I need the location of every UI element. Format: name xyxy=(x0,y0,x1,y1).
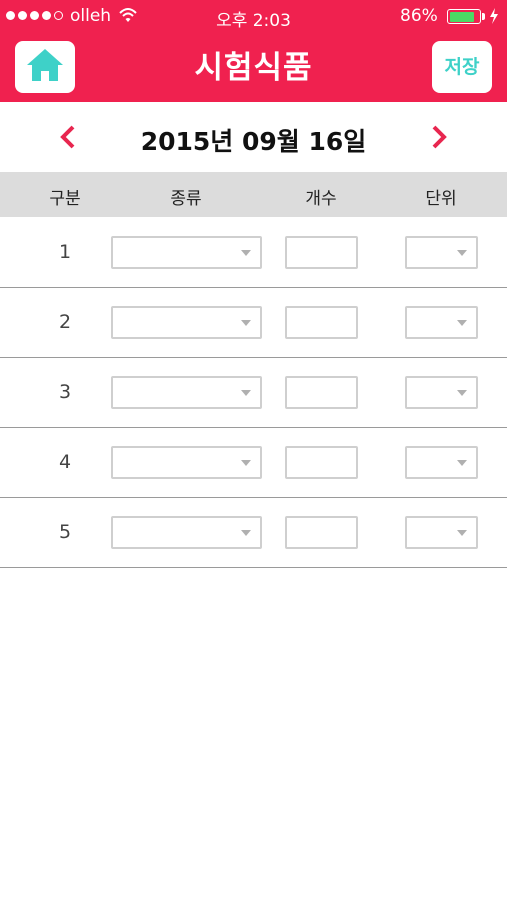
type-select[interactable] xyxy=(111,306,262,339)
dropdown-arrow-icon xyxy=(457,530,467,536)
status-bar: olleh 오후 2:03 86% xyxy=(0,0,507,32)
unit-select[interactable] xyxy=(405,236,478,269)
dropdown-arrow-icon xyxy=(457,390,467,396)
unit-select[interactable] xyxy=(405,516,478,549)
dropdown-arrow-icon xyxy=(457,250,467,256)
column-header-unit: 단위 xyxy=(425,189,457,209)
unit-select[interactable] xyxy=(405,446,478,479)
row-index: 5 xyxy=(58,521,72,543)
table-row: 1 xyxy=(0,218,507,288)
table-row: 2 xyxy=(0,288,507,358)
dropdown-arrow-icon xyxy=(241,530,251,536)
row-index: 4 xyxy=(58,451,72,473)
dropdown-arrow-icon xyxy=(241,250,251,256)
table-row: 3 xyxy=(0,358,507,428)
table-row: 5 xyxy=(0,498,507,568)
dropdown-arrow-icon xyxy=(457,460,467,466)
charging-icon xyxy=(489,8,499,29)
table-row: 4 xyxy=(0,428,507,498)
save-button[interactable]: 저장 xyxy=(432,41,492,93)
battery-icon xyxy=(447,9,481,24)
page-title: 시험식품 xyxy=(194,50,313,86)
count-input[interactable] xyxy=(285,446,358,479)
dropdown-arrow-icon xyxy=(241,460,251,466)
chevron-right-icon xyxy=(432,125,447,149)
battery-percent: 86% xyxy=(400,6,438,26)
count-input[interactable] xyxy=(285,236,358,269)
column-header-index: 구분 xyxy=(49,189,81,209)
type-select[interactable] xyxy=(111,236,262,269)
count-input[interactable] xyxy=(285,376,358,409)
next-date-button[interactable] xyxy=(424,122,454,152)
column-header-type: 종류 xyxy=(170,189,202,209)
row-index: 1 xyxy=(58,241,72,263)
row-index: 3 xyxy=(58,381,72,403)
dropdown-arrow-icon xyxy=(241,390,251,396)
count-input[interactable] xyxy=(285,306,358,339)
date-navigator: 2015년 09월 16일 xyxy=(0,102,507,172)
unit-select[interactable] xyxy=(405,306,478,339)
table-header: 구분 종류 개수 단위 xyxy=(0,172,507,217)
count-input[interactable] xyxy=(285,516,358,549)
column-header-count: 개수 xyxy=(305,189,337,209)
row-index: 2 xyxy=(58,311,72,333)
type-select[interactable] xyxy=(111,516,262,549)
type-select[interactable] xyxy=(111,446,262,479)
dropdown-arrow-icon xyxy=(457,320,467,326)
unit-select[interactable] xyxy=(405,376,478,409)
app-header: olleh 오후 2:03 86% 시험식품 저장 xyxy=(0,0,507,102)
dropdown-arrow-icon xyxy=(241,320,251,326)
type-select[interactable] xyxy=(111,376,262,409)
battery-tip xyxy=(482,13,485,20)
